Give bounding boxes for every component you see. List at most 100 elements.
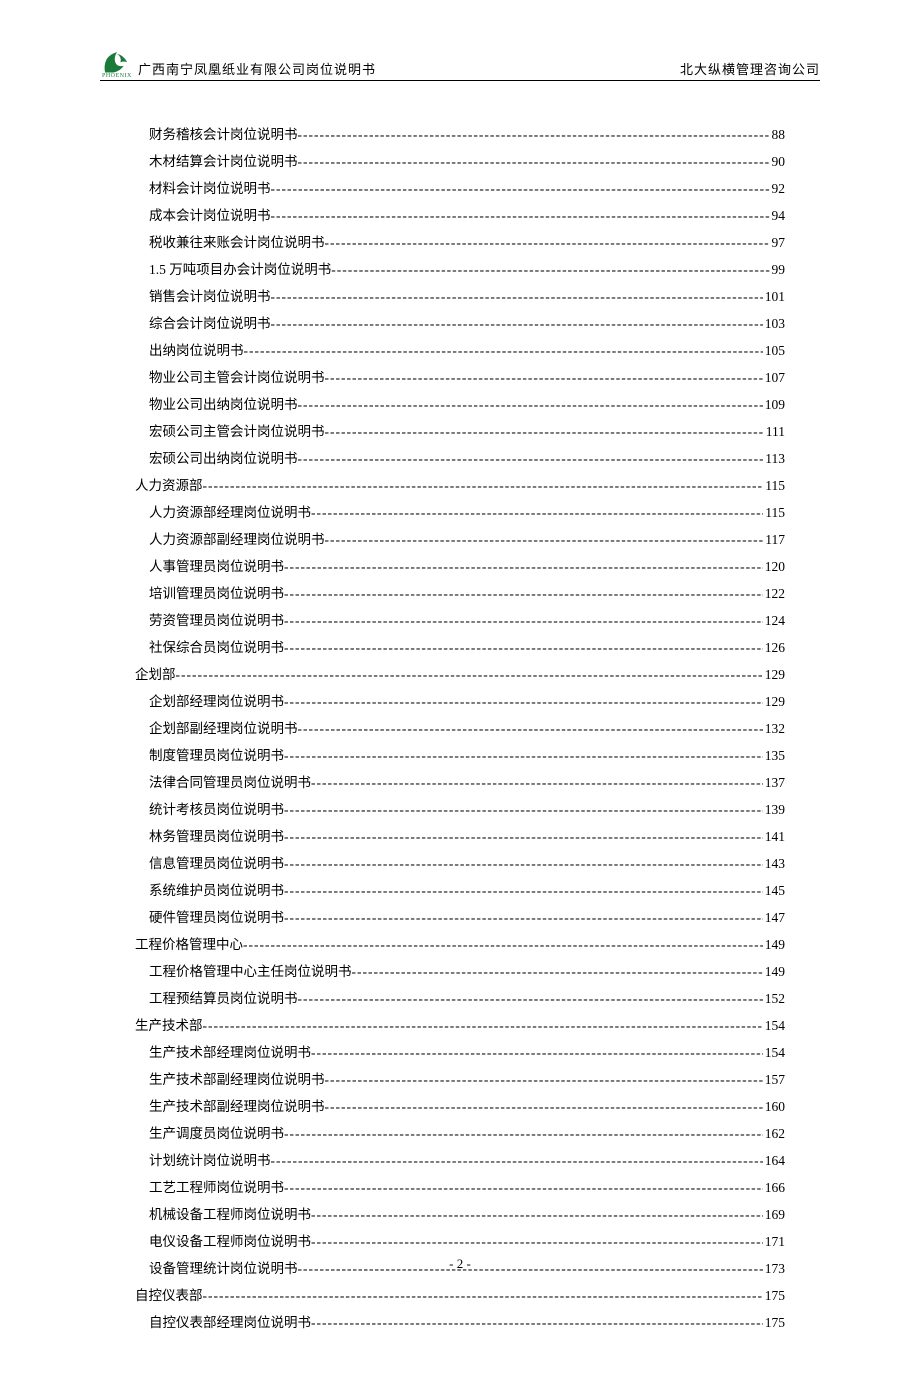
toc-entry: 物业公司主管会计岗位说明书 107 xyxy=(135,364,785,391)
toc-page-number: 120 xyxy=(763,553,785,580)
toc-page-number: 88 xyxy=(770,121,786,148)
toc-entry: 生产技术部副经理岗位说明书 157 xyxy=(135,1066,785,1093)
toc-page-number: 103 xyxy=(763,310,785,337)
toc-title: 生产技术部副经理岗位说明书 xyxy=(149,1093,325,1120)
toc-title: 工艺工程师岗位说明书 xyxy=(149,1174,284,1201)
toc-page-number: 97 xyxy=(770,229,786,256)
toc-title: 综合会计岗位说明书 xyxy=(149,310,271,337)
toc-entry: 系统维护员岗位说明书 145 xyxy=(135,877,785,904)
toc-leader xyxy=(284,796,763,823)
toc-page-number: 157 xyxy=(763,1066,785,1093)
toc-entry: 培训管理员岗位说明书 122 xyxy=(135,580,785,607)
toc-entry: 企划部 129 xyxy=(135,661,785,688)
toc-page-number: 122 xyxy=(763,580,785,607)
page-number: - 2 - xyxy=(449,1256,471,1271)
toc-leader xyxy=(284,1174,763,1201)
toc-title: 工程价格管理中心 xyxy=(135,931,243,958)
toc-title: 销售会计岗位说明书 xyxy=(149,283,271,310)
toc-page-number: 90 xyxy=(770,148,786,175)
toc-page-number: 175 xyxy=(763,1282,785,1309)
toc-title: 自控仪表部 xyxy=(135,1282,203,1309)
toc-entry: 自控仪表部 175 xyxy=(135,1282,785,1309)
toc-entry: 机械设备工程师岗位说明书 169 xyxy=(135,1201,785,1228)
toc-entry: 生产调度员岗位说明书 162 xyxy=(135,1120,785,1147)
toc-title: 统计考核员岗位说明书 xyxy=(149,796,284,823)
toc-entry: 自控仪表部经理岗位说明书 175 xyxy=(135,1309,785,1336)
toc-title: 工程预结算员岗位说明书 xyxy=(149,985,298,1012)
toc-title: 生产调度员岗位说明书 xyxy=(149,1120,284,1147)
toc-leader xyxy=(176,661,763,688)
toc-title: 人力资源部 xyxy=(135,472,203,499)
toc-entry: 电仪设备工程师岗位说明书 171 xyxy=(135,1228,785,1255)
toc-leader xyxy=(271,283,763,310)
toc-title: 生产技术部经理岗位说明书 xyxy=(149,1039,311,1066)
toc-leader xyxy=(298,121,770,148)
toc-leader xyxy=(284,850,763,877)
toc-page-number: 135 xyxy=(763,742,785,769)
phoenix-logo-icon: PHOENIX xyxy=(100,50,134,78)
toc-leader xyxy=(298,985,763,1012)
toc-leader xyxy=(243,931,763,958)
toc-title: 成本会计岗位说明书 xyxy=(149,202,271,229)
toc-leader xyxy=(325,418,764,445)
toc-entry: 林务管理员岗位说明书 141 xyxy=(135,823,785,850)
toc-leader xyxy=(284,904,763,931)
toc-title: 硬件管理员岗位说明书 xyxy=(149,904,284,931)
toc-page-number: 92 xyxy=(770,175,786,202)
toc-page-number: 171 xyxy=(763,1228,785,1255)
toc-leader xyxy=(271,175,770,202)
toc-entry: 财务稽核会计岗位说明书88 xyxy=(135,121,785,148)
toc-title: 物业公司主管会计岗位说明书 xyxy=(149,364,325,391)
toc-entry: 制度管理员岗位说明书 135 xyxy=(135,742,785,769)
toc-entry: 计划统计岗位说明书 164 xyxy=(135,1147,785,1174)
toc-entry: 税收兼往来账会计岗位说明书97 xyxy=(135,229,785,256)
toc-entry: 1.5 万吨项目办会计岗位说明书 99 xyxy=(135,256,785,283)
toc-page-number: 117 xyxy=(763,526,785,553)
toc-leader xyxy=(284,742,763,769)
document-page: PHOENIX 广西南宁凤凰纸业有限公司岗位说明书 北大纵横管理咨询公司 财务稽… xyxy=(0,0,920,1376)
toc-title: 系统维护员岗位说明书 xyxy=(149,877,284,904)
toc-page-number: 145 xyxy=(763,877,785,904)
toc-leader xyxy=(203,1012,763,1039)
toc-entry: 生产技术部 154 xyxy=(135,1012,785,1039)
toc-entry: 宏硕公司主管会计岗位说明书 111 xyxy=(135,418,785,445)
toc-title: 计划统计岗位说明书 xyxy=(149,1147,271,1174)
toc-title: 法律合同管理员岗位说明书 xyxy=(149,769,311,796)
toc-entry: 宏硕公司出纳岗位说明书 113 xyxy=(135,445,785,472)
toc-entry: 人事管理员岗位说明书 120 xyxy=(135,553,785,580)
toc-leader xyxy=(325,1093,763,1120)
toc-leader xyxy=(311,1309,763,1336)
toc-page-number: 111 xyxy=(764,418,785,445)
toc-page-number: 147 xyxy=(763,904,785,931)
toc-entry: 材料会计岗位说明书92 xyxy=(135,175,785,202)
toc-title: 1.5 万吨项目办会计岗位说明书 xyxy=(149,256,331,283)
toc-leader xyxy=(325,1066,763,1093)
toc-page-number: 115 xyxy=(763,499,785,526)
toc-leader xyxy=(284,634,763,661)
toc-leader xyxy=(203,1282,763,1309)
toc-page-number: 169 xyxy=(763,1201,785,1228)
page-footer: - 2 - xyxy=(0,1256,920,1272)
toc-page-number: 99 xyxy=(770,256,786,283)
toc-entry: 生产技术部经理岗位说明书 154 xyxy=(135,1039,785,1066)
toc-title: 电仪设备工程师岗位说明书 xyxy=(149,1228,311,1255)
toc-leader xyxy=(311,499,763,526)
toc-leader xyxy=(311,1201,763,1228)
toc-entry: 木材结算会计岗位说明书90 xyxy=(135,148,785,175)
toc-entry: 人力资源部副经理岗位说明书 117 xyxy=(135,526,785,553)
toc-leader xyxy=(284,877,763,904)
toc-entry: 人力资源部经理岗位说明书 115 xyxy=(135,499,785,526)
toc-title: 出纳岗位说明书 xyxy=(149,337,244,364)
toc-page-number: 124 xyxy=(763,607,785,634)
toc-page-number: 115 xyxy=(763,472,785,499)
toc-page-number: 94 xyxy=(770,202,786,229)
page-header: PHOENIX 广西南宁凤凰纸业有限公司岗位说明书 北大纵横管理咨询公司 xyxy=(100,50,820,81)
toc-leader xyxy=(325,526,764,553)
toc-entry: 劳资管理员岗位说明书 124 xyxy=(135,607,785,634)
toc-leader xyxy=(298,391,763,418)
toc-leader xyxy=(298,148,770,175)
toc-entry: 法律合同管理员岗位说明书 137 xyxy=(135,769,785,796)
toc-page-number: 162 xyxy=(763,1120,785,1147)
toc-entry: 综合会计岗位说明书 103 xyxy=(135,310,785,337)
toc-leader xyxy=(352,958,763,985)
